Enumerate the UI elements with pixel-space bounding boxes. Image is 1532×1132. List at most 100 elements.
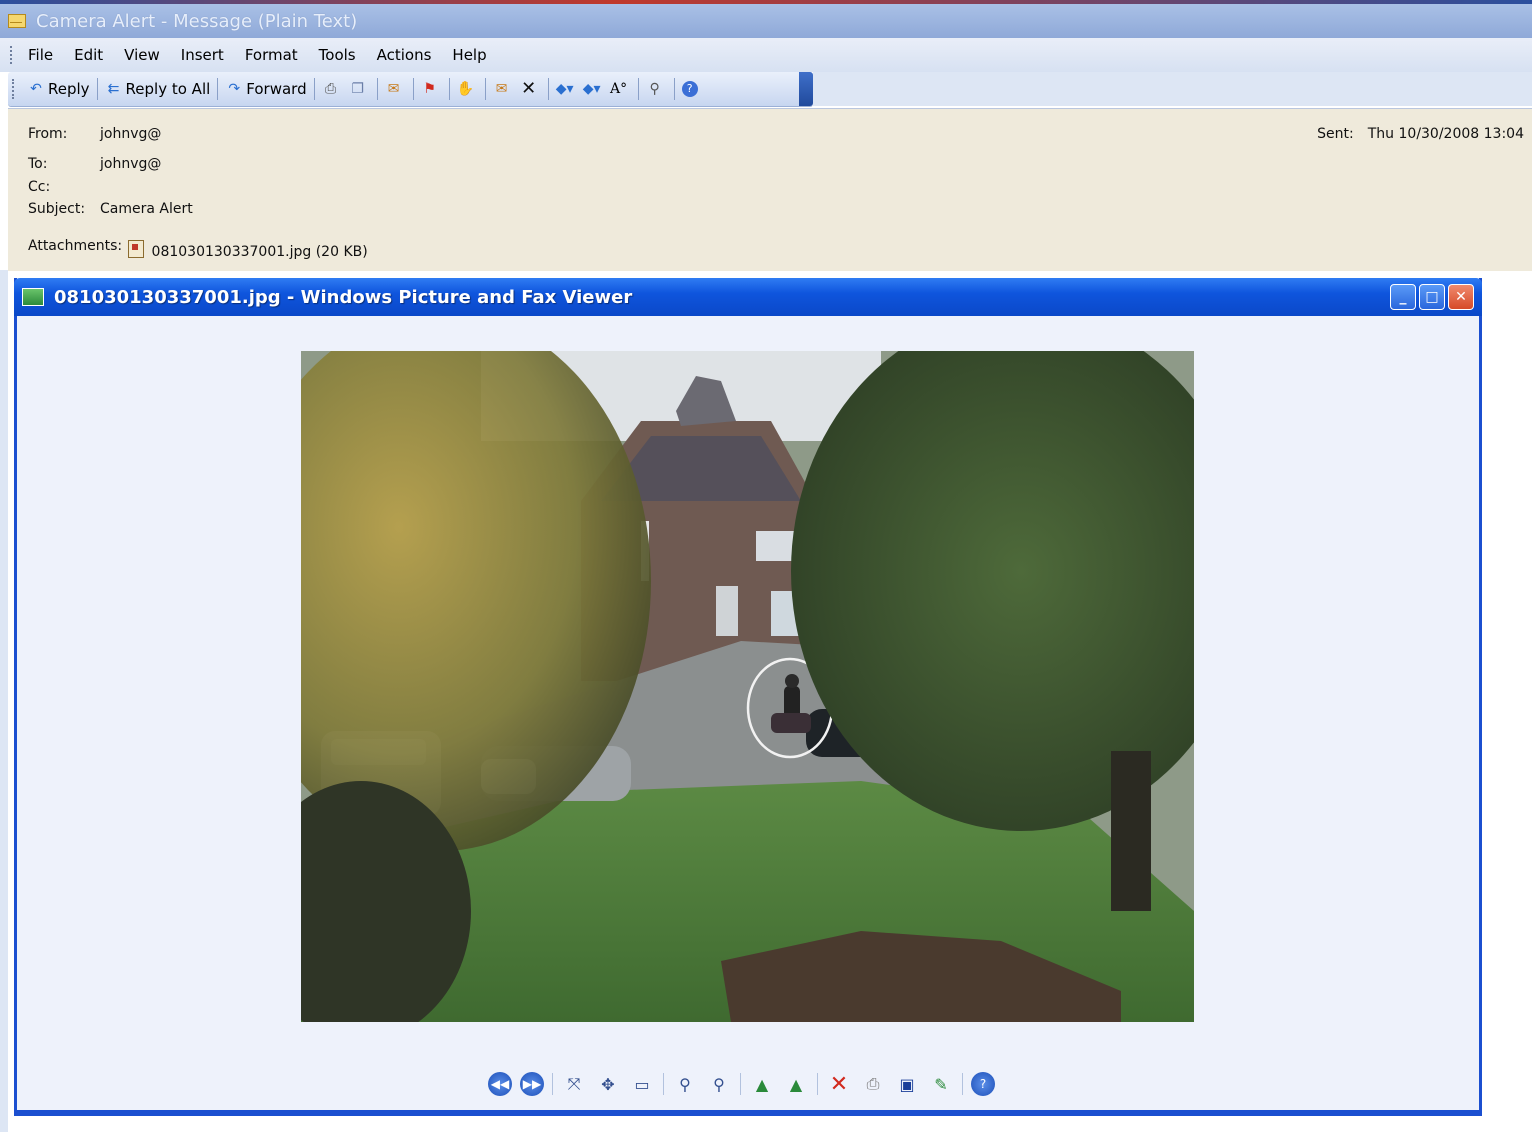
reply-all-button[interactable]: ⇇ Reply to All	[102, 76, 214, 102]
actual-size-icon: ✥	[601, 1074, 615, 1094]
move-button[interactable]: ✉	[382, 76, 409, 102]
rotate-clockwise-button[interactable]: ▲	[749, 1071, 775, 1097]
junk-icon: ✉	[495, 81, 508, 97]
close-button[interactable]: ✕	[1448, 284, 1474, 310]
toolbar-separator	[313, 78, 315, 100]
toolbar-grip-handle[interactable]	[12, 79, 18, 99]
move-icon: ✉	[387, 81, 400, 97]
previous-image-button[interactable]: ◀◀	[488, 1072, 512, 1096]
best-fit-button[interactable]: ⤧	[561, 1071, 587, 1097]
save-image-button[interactable]: ▣	[894, 1071, 920, 1097]
slideshow-button[interactable]: ▭	[629, 1071, 655, 1097]
menu-tools[interactable]: Tools	[319, 46, 356, 64]
flag-button[interactable]: ⚑	[418, 76, 445, 102]
viewer-help-button[interactable]: ?	[971, 1072, 995, 1096]
subject-label: Subject:	[28, 201, 86, 217]
cc-row: Cc:	[28, 179, 100, 195]
from-row: From: johnvg@	[28, 126, 161, 142]
menu-bar: File Edit View Insert Format Tools Actio…	[0, 38, 1532, 72]
zoom-in-button[interactable]: ⚲	[672, 1071, 698, 1097]
delete-image-button[interactable]: ✕	[826, 1071, 852, 1097]
viewer-toolbar-separator	[740, 1073, 741, 1095]
font-size-icon: A°	[610, 81, 628, 97]
to-value[interactable]: johnvg@	[100, 156, 161, 172]
reply-label: Reply	[48, 80, 90, 98]
picture-viewer-title-bar[interactable]: 081030130337001.jpg - Windows Picture an…	[14, 278, 1482, 316]
next-image-icon: ▶▶	[522, 1077, 542, 1091]
copy-icon: ❐	[351, 81, 364, 97]
reply-all-label: Reply to All	[125, 80, 211, 98]
to-label: To:	[28, 156, 48, 172]
sent-label: Sent:	[1317, 126, 1354, 142]
reply-icon: ↶	[30, 81, 42, 97]
next-icon: ◆▾	[582, 81, 601, 97]
from-label: From:	[28, 126, 68, 142]
toolbar-separator	[96, 78, 98, 100]
picture-viewer-title: 081030130337001.jpg - Windows Picture an…	[54, 286, 633, 308]
next-image-button[interactable]: ▶▶	[520, 1072, 544, 1096]
forward-button[interactable]: ↷ Forward	[222, 76, 309, 102]
help-button[interactable]: ?	[679, 76, 704, 102]
menu-file[interactable]: File	[28, 46, 53, 64]
rotate-counterclockwise-button[interactable]: ▲	[783, 1071, 809, 1097]
attachments-row: Attachments: 081030130337001.jpg (20 KB)	[28, 238, 368, 260]
best-fit-icon: ⤧	[567, 1074, 581, 1093]
from-value[interactable]: johnvg@	[100, 126, 161, 142]
camera-photo	[301, 351, 1194, 1022]
categorize-button[interactable]: ✋	[454, 76, 481, 102]
picture-viewer-bottom-border	[14, 1110, 1482, 1116]
menu-view[interactable]: View	[124, 46, 160, 64]
previous-item-button[interactable]: ◆▾	[553, 76, 580, 102]
attachment-item[interactable]: 081030130337001.jpg (20 KB)	[128, 238, 368, 260]
viewer-toolbar-separator	[817, 1073, 818, 1095]
menu-edit[interactable]: Edit	[74, 46, 103, 64]
toolbar-separator	[637, 78, 639, 100]
print-button[interactable]: ⎙	[319, 76, 346, 102]
actual-size-button[interactable]: ✥	[595, 1071, 621, 1097]
toolbar-separator	[412, 78, 414, 100]
menu-actions[interactable]: Actions	[377, 46, 432, 64]
menu-insert[interactable]: Insert	[181, 46, 224, 64]
minimize-button[interactable]: _	[1390, 284, 1416, 310]
maximize-button[interactable]: □	[1419, 284, 1445, 310]
address-book-icon: ⚲	[649, 81, 660, 97]
reply-button[interactable]: ↶ Reply	[24, 76, 93, 102]
delete-button[interactable]: ✕	[517, 76, 544, 102]
font-size-button[interactable]: A°	[607, 76, 634, 102]
next-item-button[interactable]: ◆▾	[580, 76, 607, 102]
forward-icon: ↷	[228, 81, 241, 97]
flag-icon: ⚑	[423, 81, 436, 97]
window-controls: _ □ ✕	[1390, 284, 1474, 310]
message-header: From: johnvg@ Sent: Thu 10/30/2008 13:04…	[8, 108, 1532, 271]
save-icon: ▣	[899, 1074, 915, 1094]
help-icon: ?	[979, 1077, 987, 1091]
viewer-toolbar: ◀◀ ▶▶ ⤧ ✥ ▭ ⚲ ⚲ ▲ ▲ ✕ ⎙ ▣ ✎ ?	[488, 1068, 995, 1100]
menu-grip-handle[interactable]	[10, 46, 18, 64]
toolbar-dock-area	[813, 72, 1532, 106]
zoom-out-button[interactable]: ⚲	[706, 1071, 732, 1097]
edit-image-button[interactable]: ✎	[928, 1071, 954, 1097]
to-row: To: johnvg@	[28, 156, 161, 172]
sent-value: Thu 10/30/2008 13:04	[1367, 126, 1524, 142]
outlook-title-bar[interactable]: Camera Alert - Message (Plain Text)	[0, 4, 1532, 38]
toolbar-separator	[376, 78, 378, 100]
print-image-button[interactable]: ⎙	[860, 1071, 886, 1097]
toolbar-options-chevron[interactable]	[799, 72, 813, 106]
toolbar-separator	[484, 78, 486, 100]
image-file-icon	[128, 240, 145, 258]
categorize-icon: ✋	[456, 81, 475, 97]
help-icon: ?	[681, 81, 698, 97]
sent-row: Sent: Thu 10/30/2008 13:04	[1317, 126, 1524, 142]
menu-help[interactable]: Help	[452, 46, 486, 64]
copy-button[interactable]: ❐	[346, 76, 373, 102]
edit-icon: ✎	[934, 1074, 948, 1094]
menu-format[interactable]: Format	[245, 46, 298, 64]
toolbar-separator	[217, 78, 219, 100]
standard-toolbar: ↶ Reply ⇇ Reply to All ↷ Forward ⎙ ❐ ✉ ⚑…	[8, 72, 813, 106]
address-book-button[interactable]: ⚲	[643, 76, 670, 102]
delete-icon: ✕	[829, 1071, 849, 1097]
previous-image-icon: ◀◀	[490, 1077, 510, 1091]
subject-row: Subject: Camera Alert	[28, 201, 193, 217]
junk-button[interactable]: ✉	[490, 76, 517, 102]
zoom-in-icon: ⚲	[679, 1074, 691, 1094]
